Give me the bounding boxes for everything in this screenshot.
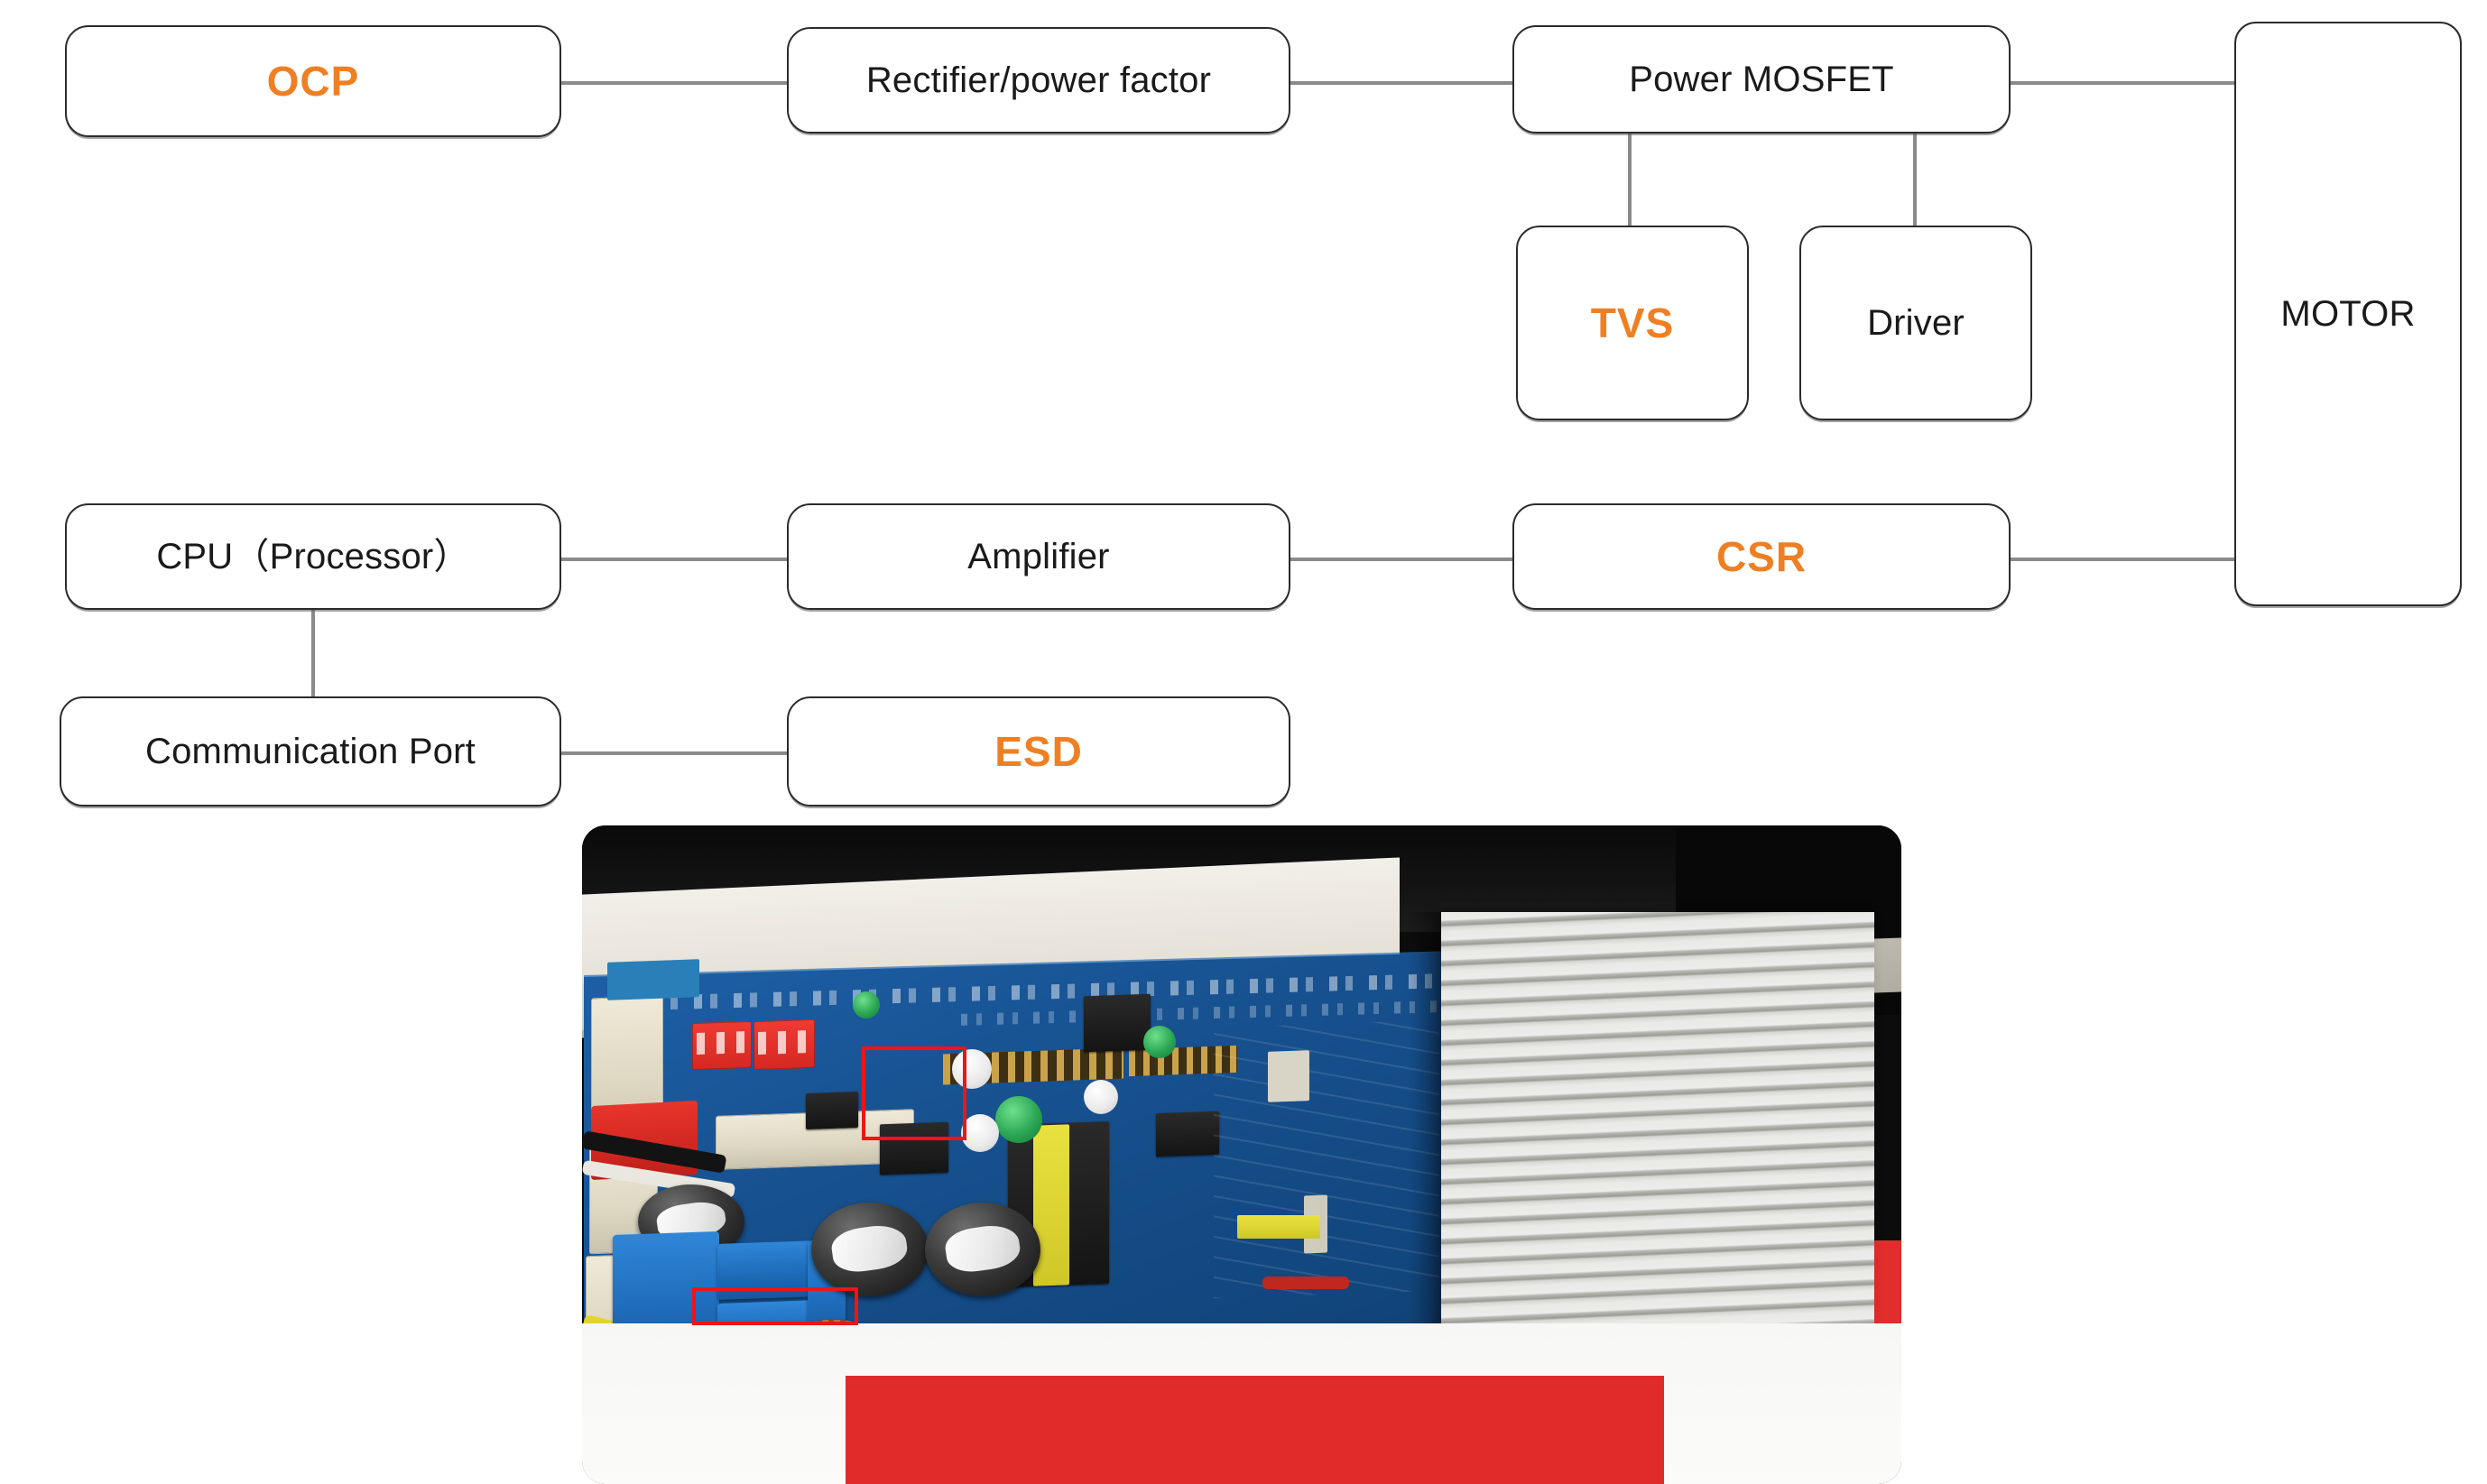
- connector-mosfet-motor: [2003, 81, 2238, 85]
- photo-yellow-tape-right: [1237, 1215, 1320, 1239]
- photo-green-capacitor-1: [995, 1096, 1042, 1143]
- photo-red-component-right: [1262, 1277, 1349, 1289]
- node-cpu-processor[interactable]: CPU（Processor）: [65, 503, 561, 610]
- connector-cpu-amplifier: [555, 558, 794, 561]
- block-diagram-page: OCP Rectifier/power factor Power MOSFET …: [0, 0, 2487, 1484]
- photo-capacitor-center-1: [811, 1203, 929, 1296]
- node-ocp[interactable]: OCP: [65, 25, 561, 137]
- photo-annotation-box-2: [692, 1287, 858, 1325]
- photo-red-strip: [846, 1376, 1664, 1484]
- photo-dip-switch-1: [692, 1020, 752, 1071]
- connector-commport-esd: [555, 751, 794, 755]
- photo-ic-soic-2: [806, 1091, 858, 1130]
- photo-dip-switch-2: [753, 1019, 815, 1071]
- photo-white-part-3: [1084, 1080, 1118, 1114]
- photo-green-capacitor-2: [1143, 1026, 1176, 1058]
- photo-capacitor-center-1-label: [829, 1221, 911, 1276]
- connector-ocp-rectifier: [555, 81, 794, 85]
- node-rectifier-power-factor[interactable]: Rectifier/power factor: [787, 27, 1290, 134]
- photo-capacitor-center-2: [925, 1203, 1040, 1296]
- node-power-mosfet[interactable]: Power MOSFET: [1512, 25, 2011, 134]
- photo-ic-qfp: [1084, 993, 1151, 1053]
- photo-teal-tab: [607, 959, 699, 1000]
- photo-trace-region: [1214, 1019, 1439, 1299]
- node-esd[interactable]: ESD: [787, 696, 1290, 807]
- connector-cpu-commport: [311, 603, 315, 702]
- connector-csr-motor: [2003, 558, 2238, 561]
- connector-amplifier-csr: [1281, 558, 1516, 561]
- photo-green-capacitor-3: [853, 991, 880, 1019]
- node-communication-port[interactable]: Communication Port: [60, 696, 561, 807]
- photo-white-part-2: [961, 1114, 999, 1152]
- node-csr[interactable]: CSR: [1512, 503, 2011, 610]
- photo-small-part-right-1: [1268, 1050, 1309, 1102]
- photo-transformer-tape: [1033, 1124, 1069, 1286]
- node-amplifier[interactable]: Amplifier: [787, 503, 1290, 610]
- photo-capacitor-center-2-label: [943, 1221, 1022, 1276]
- node-motor[interactable]: MOTOR: [2234, 22, 2462, 606]
- node-driver[interactable]: Driver: [1799, 226, 2032, 420]
- connector-rectifier-mosfet: [1281, 81, 1516, 85]
- pcb-photograph: [582, 825, 1901, 1484]
- photo-ic-soic-3: [1156, 1111, 1219, 1157]
- node-tvs[interactable]: TVS: [1516, 226, 1749, 420]
- photo-annotation-box-1: [862, 1046, 966, 1140]
